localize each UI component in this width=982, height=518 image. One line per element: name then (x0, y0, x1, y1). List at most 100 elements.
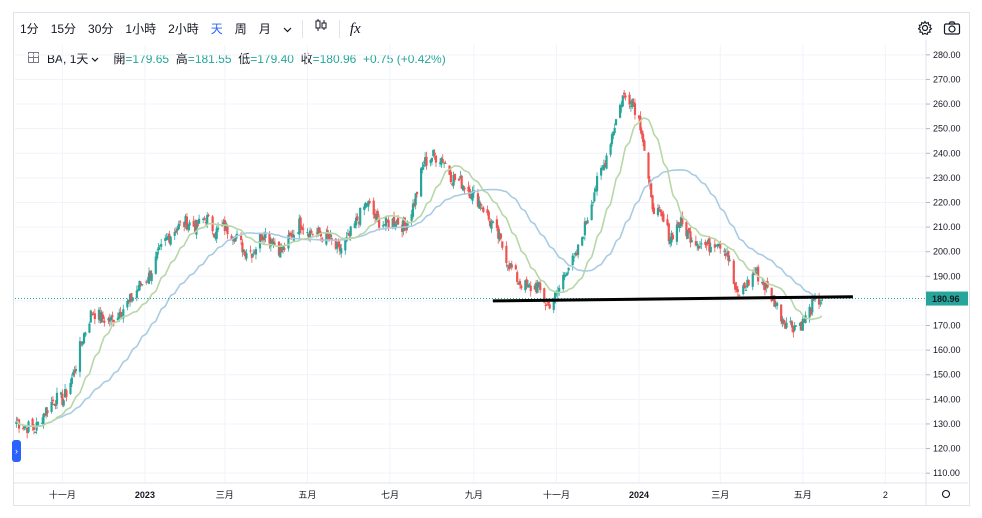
candle-body (591, 202, 595, 204)
candle-body (169, 236, 172, 245)
candle-body (150, 273, 153, 281)
candle-body (160, 243, 163, 247)
candle-body (675, 224, 679, 242)
candle-body (479, 203, 482, 206)
candle-body (93, 313, 96, 320)
candle-body (547, 302, 550, 304)
candle-body (34, 432, 37, 434)
candle-body (249, 250, 252, 252)
candle-body (751, 273, 754, 287)
candle-body (801, 318, 804, 331)
candle-body (187, 224, 190, 230)
y-tick-label: 160.00 (933, 345, 961, 355)
candle-body (434, 155, 438, 163)
candle-body (696, 243, 699, 246)
candle-body (55, 392, 59, 405)
price-chart-svg[interactable]: 110.00 120.00 130.00 140.00 150.00 160.00 170.… (0, 0, 982, 518)
candle-body (126, 301, 129, 308)
trendline-drawing[interactable] (492, 295, 853, 303)
candle-body (647, 152, 650, 179)
candle-body (529, 285, 532, 292)
candle-body (54, 404, 57, 406)
candle-body (449, 171, 452, 183)
scroll-left-handle[interactable]: › (12, 440, 21, 462)
candle-body (46, 410, 49, 414)
y-tick-label: 110.00 (933, 468, 960, 478)
candle-body (207, 214, 210, 216)
candle-body (727, 251, 730, 261)
candle-body (84, 332, 87, 336)
candle-body (372, 200, 375, 215)
candle-body (154, 256, 157, 274)
candle-body (794, 325, 798, 327)
candle-body (177, 223, 180, 230)
y-tick-label: 220.00 (933, 197, 961, 207)
y-tick-label: 130.00 (933, 419, 961, 429)
candle-body (364, 202, 367, 208)
candle-body (110, 316, 113, 321)
price-badge-label: 180.96 (932, 294, 960, 304)
candle-body (65, 390, 68, 397)
candle-body (50, 401, 53, 412)
candle-body (775, 302, 779, 306)
candle-body (662, 213, 665, 222)
candle-body (78, 341, 82, 372)
candle-body (242, 249, 245, 252)
candle-body (593, 192, 596, 202)
candle-body (738, 294, 741, 296)
candle-body (197, 218, 201, 224)
candle-body (396, 217, 400, 225)
axis-settings-gear-icon[interactable] (941, 489, 951, 499)
y-tick-label: 200.00 (933, 247, 961, 257)
candle-body (74, 369, 78, 372)
candle-body (206, 215, 209, 225)
candle-body (392, 216, 396, 226)
candle-body (499, 233, 503, 239)
candle-body (614, 119, 618, 126)
candle-body (138, 281, 141, 291)
y-tick-label: 240.00 (933, 148, 961, 158)
candle-body (757, 266, 760, 282)
candle-body (457, 178, 461, 181)
y-tick-label: 280.00 (933, 50, 961, 60)
candle-body (667, 223, 670, 242)
candle-body (623, 92, 626, 95)
candle-body (91, 312, 94, 314)
candle-body (700, 243, 703, 245)
candle-body (216, 227, 220, 230)
candle-body (491, 221, 494, 224)
candle-body (310, 230, 313, 234)
x-tick-label: 三月 (711, 490, 729, 500)
candle-body (421, 167, 424, 170)
candle-body (444, 162, 447, 164)
candle-body (520, 285, 523, 289)
candle-body (179, 221, 182, 223)
candle-body (299, 217, 302, 229)
candle-body (51, 399, 55, 402)
candle-body (36, 421, 40, 426)
candle-body (514, 265, 517, 270)
x-tick-label: 十一月 (543, 489, 570, 500)
candle-body (490, 222, 493, 229)
candle-body (359, 207, 362, 225)
y-tick-label: 170.00 (933, 321, 961, 331)
x-tick-label: 2023 (135, 490, 155, 500)
candle-body (62, 400, 65, 406)
candle-body (688, 227, 691, 232)
candle-body (595, 176, 599, 192)
candle-body (651, 195, 654, 210)
candle-body (566, 272, 569, 276)
candle-body (736, 289, 739, 293)
candle-body (453, 174, 457, 180)
candle-body (709, 246, 712, 253)
candle-body (273, 243, 276, 245)
candle-body (306, 232, 309, 234)
x-tick-label: 五月 (794, 490, 812, 500)
candle-body (723, 250, 726, 252)
candle-body (430, 158, 434, 162)
candle-body (609, 144, 612, 155)
candle-body (633, 103, 637, 115)
candle-body (624, 95, 627, 98)
candle-body (482, 207, 485, 213)
candle-body (69, 382, 72, 394)
